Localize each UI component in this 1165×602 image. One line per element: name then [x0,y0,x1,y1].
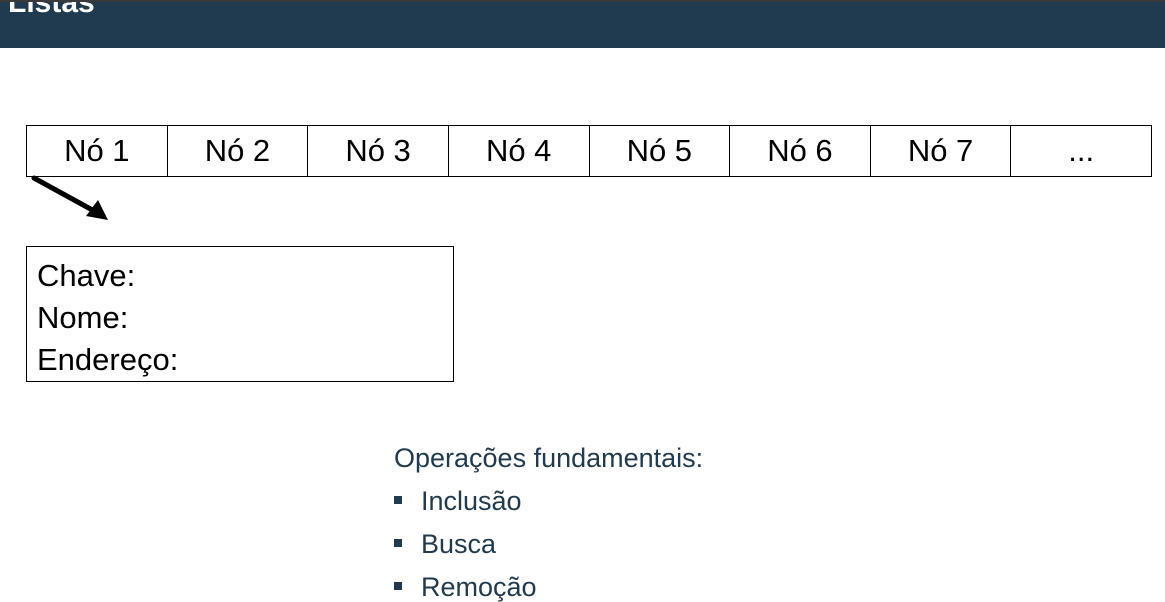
node-cell: Nó 2 [168,126,309,176]
node-cell: Nó 4 [449,126,590,176]
node-list: Nó 1 Nó 2 Nó 3 Nó 4 Nó 5 Nó 6 Nó 7 ... [26,125,1152,177]
record-field-nome: Nome: [37,300,129,335]
record-field-endereco: Endereço: [37,342,179,377]
node-cell: Nó 6 [730,126,871,176]
title-bar: Listas [0,0,1165,48]
operation-label: Remoção [421,572,537,602]
square-bullet-icon [394,582,402,590]
operations-list: Inclusão Busca Remoção [394,483,703,602]
operations-heading: Operações fundamentais: [394,443,704,473]
node-cell: Nó 7 [871,126,1012,176]
node-cell: Nó 1 [27,126,168,176]
node-record-box: Chave: Nome: Endereço: [26,246,454,382]
list-item: Busca [394,526,703,562]
slide-title: Listas [8,0,95,19]
record-field-chave: Chave: [37,258,136,293]
operations-section: Operações fundamentais: Inclusão Busca R… [394,440,703,602]
node-cell: Nó 5 [590,126,731,176]
slide: Listas Nó 1 Nó 2 Nó 3 Nó 4 Nó 5 Nó 6 Nó … [0,0,1165,602]
node-cell-ellipsis: ... [1068,133,1095,168]
node-cell: Nó 3 [308,126,449,176]
operation-label: Busca [421,529,497,559]
list-item: Inclusão [394,483,703,519]
square-bullet-icon [394,496,402,504]
operation-label: Inclusão [421,486,522,516]
list-item: Remoção [394,569,703,602]
arrow-icon [31,175,108,220]
square-bullet-icon [394,539,402,547]
